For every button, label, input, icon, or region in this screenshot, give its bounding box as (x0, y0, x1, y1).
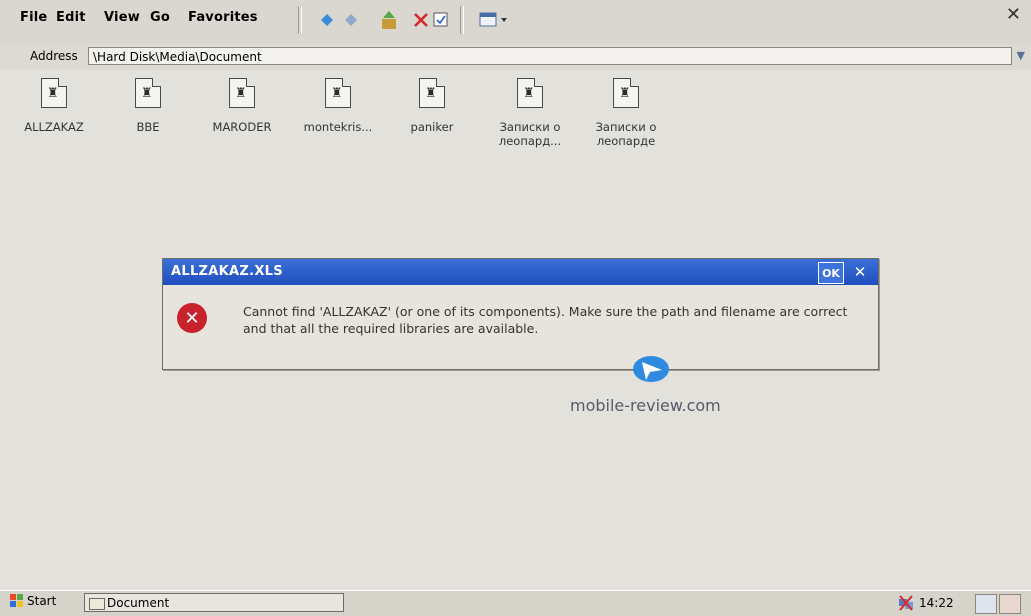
taskbar: Start Document 14:22 (0, 590, 1031, 616)
file-name: BBE (136, 120, 160, 134)
document-icon: ♜ (229, 78, 255, 108)
file-item[interactable]: ♜ MARODER (200, 78, 284, 134)
address-bar: Address \Hard Disk\Media\Document ▼ (0, 44, 1031, 70)
taskbar-item-document[interactable]: Document (84, 593, 344, 612)
document-icon: ♜ (517, 78, 543, 108)
file-name: Записки о леопарде (595, 120, 657, 148)
menu-go[interactable]: Go (150, 10, 170, 25)
start-button[interactable]: Start (10, 594, 56, 608)
document-icon: ♜ (613, 78, 639, 108)
properties-icon[interactable] (430, 8, 452, 32)
file-name: MARODER (212, 120, 272, 134)
close-icon[interactable]: ✕ (848, 262, 872, 282)
system-tray: 14:22 (895, 593, 1025, 614)
taskbar-item-label: Document (107, 596, 170, 610)
windows-logo-icon (10, 594, 23, 607)
menu-file[interactable]: File (20, 10, 47, 25)
watermark-logo-icon (633, 356, 669, 382)
delete-icon[interactable] (410, 8, 432, 32)
file-name: montekris... (303, 120, 373, 134)
file-item[interactable]: ♜ ALLZAKAZ (12, 78, 96, 134)
watermark-text: mobile-review.com (570, 396, 721, 415)
up-folder-icon[interactable] (378, 8, 400, 32)
folder-icon (89, 598, 105, 610)
screen: File Edit View Go Favorites ✕ Address \H… (0, 0, 1031, 616)
error-icon: ✕ (177, 303, 207, 333)
close-icon[interactable]: ✕ (1006, 4, 1021, 25)
toolbar-separator (460, 6, 464, 34)
error-dialog: ALLZAKAZ.XLS OK ✕ ✕ Cannot find 'ALLZAKA… (162, 258, 879, 370)
file-item[interactable]: ♜ Записки о леопарде (584, 78, 668, 148)
file-name: ALLZAKAZ (24, 120, 84, 134)
document-icon: ♜ (135, 78, 161, 108)
menu-view[interactable]: View (104, 10, 140, 25)
file-item[interactable]: ♜ paniker (390, 78, 474, 134)
address-label: Address (30, 49, 78, 63)
dialog-title-bar: ALLZAKAZ.XLS OK ✕ (163, 259, 878, 285)
file-item[interactable]: ♜ Записки о леопард... (488, 78, 572, 148)
menu-edit[interactable]: Edit (56, 10, 86, 25)
desktop-icon[interactable] (975, 594, 997, 614)
file-name: paniker (410, 120, 454, 134)
input-panel-icon[interactable] (999, 594, 1021, 614)
ok-button[interactable]: OK (818, 262, 844, 284)
document-icon: ♜ (325, 78, 351, 108)
network-icon[interactable] (897, 595, 915, 611)
document-icon: ♜ (419, 78, 445, 108)
clock[interactable]: 14:22 (919, 596, 954, 610)
back-icon[interactable] (316, 8, 338, 32)
chevron-down-icon[interactable]: ▼ (1017, 49, 1025, 62)
forward-icon[interactable] (340, 8, 362, 32)
menu-favorites[interactable]: Favorites (188, 10, 258, 25)
menu-bar: File Edit View Go Favorites ✕ (0, 0, 1031, 45)
views-dropdown-icon[interactable] (476, 8, 512, 32)
dialog-title: ALLZAKAZ.XLS (171, 264, 283, 279)
file-item[interactable]: ♜ BBE (106, 78, 190, 134)
toolbar-separator (298, 6, 302, 34)
dialog-message: Cannot find 'ALLZAKAZ' (or one of its co… (243, 304, 848, 336)
file-item[interactable]: ♜ montekris... (296, 78, 380, 134)
document-icon: ♜ (41, 78, 67, 108)
address-field[interactable]: \Hard Disk\Media\Document (88, 47, 1012, 65)
start-label: Start (27, 594, 57, 608)
file-name: Записки о леопард... (498, 120, 562, 148)
